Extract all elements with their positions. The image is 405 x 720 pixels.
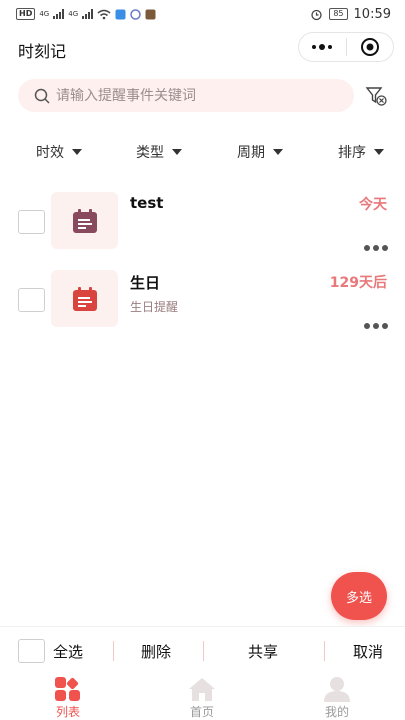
alarm-icon [311,9,322,20]
signal-icon [53,9,65,19]
app-notification-icon-2 [145,9,156,19]
filter-sort[interactable]: 排序 [338,138,384,166]
target-icon [360,38,379,56]
item-checkbox[interactable] [18,288,45,312]
battery-icon: 85 [329,8,348,20]
filter-tabs: 时效 类型 周期 排序 [0,138,405,166]
search-input[interactable] [56,87,326,104]
item-title: 生日 [130,274,161,292]
search-box[interactable] [18,79,354,112]
calendar-icon [72,286,97,311]
tab-list[interactable]: 列表 [38,676,98,720]
action-bar: 全选 删除 共享 取消 [0,626,405,672]
search-icon [34,88,50,104]
tab-label: 列表 [55,705,80,719]
item-title: test [130,194,164,212]
status-time: 10:59 [353,6,391,22]
status-bar: HD 4G 4G 85 10:59 [0,0,405,28]
filter-validity[interactable]: 时效 [36,138,82,166]
header: 时刻记 [0,30,405,68]
page-title: 时刻记 [18,42,67,61]
list-item[interactable]: 生日 生日提醒 129天后 [0,266,405,341]
divider [324,641,325,661]
network-4g-label-2: 4G [68,10,79,18]
calendar-icon [72,208,97,233]
tab-label: 首页 [189,705,214,719]
select-all-checkbox[interactable] [18,639,45,663]
item-due-badge: 129天后 [329,275,387,291]
select-all-toggle[interactable]: 全选 [18,639,83,663]
item-subtitle: 生日提醒 [130,300,179,314]
filter-label: 排序 [338,145,366,161]
close-mini-program-button[interactable] [346,33,393,61]
caret-down-icon [172,149,182,155]
network-4g-label: 4G [39,10,50,18]
filter-label: 类型 [136,145,164,161]
grid-icon [55,677,80,701]
cancel-button[interactable]: 取消 [353,641,383,662]
filter-clear-icon [365,87,387,106]
delete-button[interactable]: 删除 [141,641,171,662]
divider [113,641,114,661]
item-more-button[interactable] [364,243,388,253]
item-due-badge: 今天 [359,197,387,213]
tab-home[interactable]: 首页 [172,676,232,720]
more-menu-button[interactable] [299,33,346,61]
share-button[interactable]: 共享 [248,641,278,662]
wifi-icon [97,9,111,19]
home-icon [189,678,215,701]
list-item[interactable]: test 今天 [0,188,405,263]
app-notification-icon [115,9,126,19]
item-checkbox[interactable] [18,210,45,234]
more-dots-icon [312,44,333,50]
select-all-label: 全选 [53,642,84,661]
hd-indicator: HD [16,8,36,20]
caret-down-icon [273,149,283,155]
divider [203,641,204,661]
tab-profile[interactable]: 我的 [307,676,367,720]
item-icon-box [51,192,118,249]
user-icon [324,677,350,702]
mini-program-capsule [298,32,394,62]
clear-filter-button[interactable] [364,84,388,108]
tab-bar: 列表 首页 我的 [0,672,405,720]
filter-label: 时效 [36,145,64,161]
item-icon-box [51,270,118,327]
tab-label: 我的 [324,705,349,719]
settings-notification-icon [130,8,141,20]
item-more-button[interactable] [364,321,388,331]
multi-select-button[interactable]: 多选 [331,572,387,620]
signal-icon-2 [82,9,94,19]
filter-cycle[interactable]: 周期 [237,138,283,166]
caret-down-icon [374,149,384,155]
filter-type[interactable]: 类型 [136,138,182,166]
filter-label: 周期 [237,145,265,161]
caret-down-icon [72,149,82,155]
